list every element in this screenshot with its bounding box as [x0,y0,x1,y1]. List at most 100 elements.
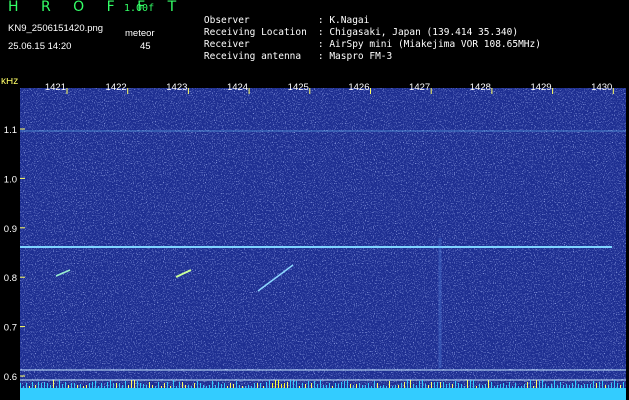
noise-spike [38,382,39,388]
freq-tick-label: 1.1 [4,125,17,136]
noise-spike [95,381,96,388]
noise-spike [236,381,237,388]
noise-spike [269,380,270,388]
noise-spike [194,383,195,388]
noise-spike [47,383,48,388]
noise-spike [50,385,51,388]
noise-spike [140,383,141,388]
noise-spike [614,380,615,388]
freq-tick-label: 0.6 [4,372,17,383]
noise-spike [554,380,555,388]
noise-spike [284,383,285,388]
noise-spike [131,380,132,388]
noise-spike [221,384,222,388]
count-label: 45 [140,41,151,52]
noise-spike [245,386,246,388]
noise-spike [278,380,279,388]
noise-spike [314,381,315,388]
noise-spike [122,385,123,388]
noise-spike [275,380,276,388]
noise-spike [164,383,165,388]
noise-spike [338,384,339,388]
freq-tick-label: 0.8 [4,273,17,284]
noise-spike [512,386,513,388]
noise-spike [605,385,606,388]
noise-spike [476,386,477,388]
noise-spike [524,384,525,388]
info-row-antenna: Receiving antenna: Maspro FM-3 [181,40,392,73]
noise-spike [494,386,495,388]
noise-spike [74,383,75,388]
noise-spike [215,385,216,388]
noise-spike [113,383,114,388]
noise-spike [257,383,258,388]
header-panel: H R O F F T 1.00f KN9_2506151420.png met… [0,0,629,78]
noise-spike [317,384,318,388]
noise-spike [143,384,144,388]
noise-spike [311,383,312,388]
noise-spike [596,383,597,388]
noise-spike [350,384,351,388]
freq-tick-label: 0.9 [4,224,17,235]
noise-spike [182,382,183,388]
app-title: H R O F F T [8,0,186,15]
noise-spike [419,381,420,388]
noise-spike [206,386,207,388]
noise-spike [557,385,558,388]
noise-spike [611,383,612,388]
noise-spike [461,384,462,388]
noise-spike [44,382,45,388]
noise-spike [551,384,552,388]
noise-spike [173,380,174,388]
noise-spike [341,382,342,388]
noise-spike [56,386,57,388]
noise-spike [530,380,531,388]
noise-spike [179,382,180,388]
noise-spike [410,380,411,388]
noise-spike [209,385,210,388]
noise-spike [242,386,243,388]
noise-spike [602,381,603,388]
noise-spike [296,381,297,388]
noise-spike [413,384,414,388]
noise-spike [356,384,357,388]
noise-spike [272,383,273,388]
time-tick-label: 1427 [409,82,430,93]
noise-spike [77,385,78,388]
noise-spike [425,384,426,388]
noise-spike [545,384,546,388]
noise-spike [434,382,435,388]
noise-spike [62,384,63,388]
noise-spike [344,381,345,388]
noise-spike [407,380,408,388]
noise-spike [377,383,378,388]
filename-label: KN9_2506151420.png [8,23,104,34]
noise-spike [305,384,306,388]
noise-spike [392,386,393,388]
noise-spike [569,385,570,388]
noise-spike [119,383,120,388]
noise-spike [542,380,543,388]
noise-spike [533,386,534,388]
noise-spike [500,384,501,388]
noise-spike [65,382,66,388]
noise-spike [515,383,516,388]
noise-spike [302,383,303,388]
freq-tick-label: 1.0 [4,174,17,185]
version-label: 1.00f [124,3,155,14]
noise-spike [482,385,483,388]
noise-spike [446,384,447,388]
noise-spike [110,380,111,388]
noise-spike [452,384,453,388]
noise-texture [20,88,626,400]
noise-spike [443,382,444,388]
noise-spike [167,382,168,388]
noise-spike [239,385,240,388]
noise-spike [422,380,423,388]
noise-spike [491,382,492,388]
noise-spike [158,382,159,388]
noise-floor [20,388,626,400]
noise-spike [116,383,117,388]
noise-spike [326,385,327,388]
noise-spike [20,383,21,388]
